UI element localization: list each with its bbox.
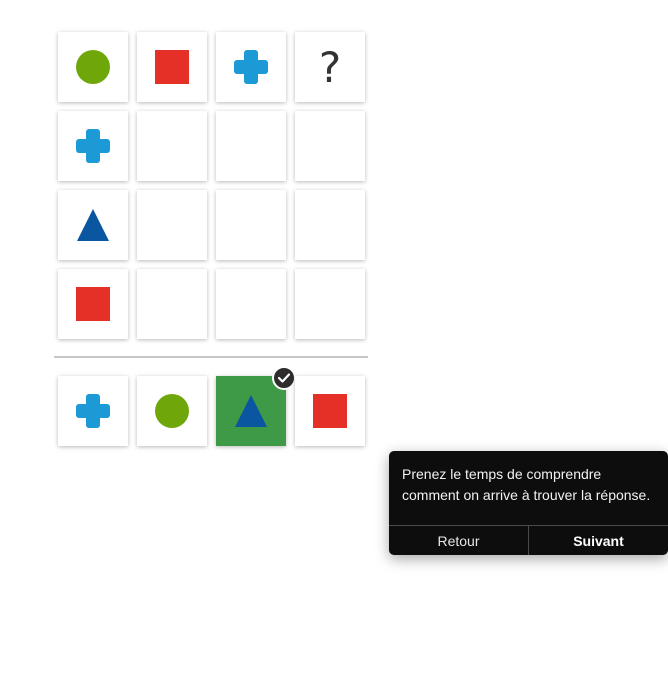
grid-cell-r3c3	[216, 190, 286, 260]
cyan-cross-icon	[76, 129, 110, 163]
red-square-icon	[155, 50, 189, 84]
grid-cell-r3c1	[58, 190, 128, 260]
grid-cell-r1c3	[216, 32, 286, 102]
grid-cell-r2c1	[58, 111, 128, 181]
blue-triangle-icon	[235, 395, 267, 427]
grid-cell-r2c3	[216, 111, 286, 181]
red-square-icon	[76, 287, 110, 321]
next-button[interactable]: Suivant	[529, 526, 668, 555]
answer-options	[58, 366, 365, 446]
grid-cell-r4c4	[295, 269, 365, 339]
back-button[interactable]: Retour	[389, 526, 529, 555]
hint-tooltip: Prenez le temps de comprendre comment on…	[389, 451, 668, 555]
option-circle[interactable]	[137, 376, 207, 446]
grid-cell-r1c2	[137, 32, 207, 102]
green-circle-icon	[155, 394, 189, 428]
grid-cell-r4c2	[137, 269, 207, 339]
grid-cell-r1c4-question: ?	[295, 32, 365, 102]
grid-cell-r3c4	[295, 190, 365, 260]
option-triangle-selected[interactable]	[216, 366, 296, 446]
puzzle-grid: ?	[58, 32, 365, 339]
option-square[interactable]	[295, 376, 365, 446]
option-cross[interactable]	[58, 376, 128, 446]
checkmark-icon	[272, 366, 296, 390]
grid-cell-r2c2	[137, 111, 207, 181]
cyan-cross-icon	[234, 50, 268, 84]
red-square-icon	[313, 394, 347, 428]
grid-cell-r2c4	[295, 111, 365, 181]
blue-triangle-icon	[77, 209, 109, 241]
green-circle-icon	[76, 50, 110, 84]
divider	[54, 356, 368, 358]
tooltip-message: Prenez le temps de comprendre comment on…	[402, 466, 651, 503]
tooltip-actions: Retour Suivant	[389, 525, 668, 555]
grid-cell-r3c2	[137, 190, 207, 260]
question-mark: ?	[318, 43, 342, 92]
puzzle-page: ? Prenez le temps de comprendre comment …	[0, 0, 668, 698]
grid-cell-r1c1	[58, 32, 128, 102]
grid-cell-r4c1	[58, 269, 128, 339]
cyan-cross-icon	[76, 394, 110, 428]
grid-cell-r4c3	[216, 269, 286, 339]
